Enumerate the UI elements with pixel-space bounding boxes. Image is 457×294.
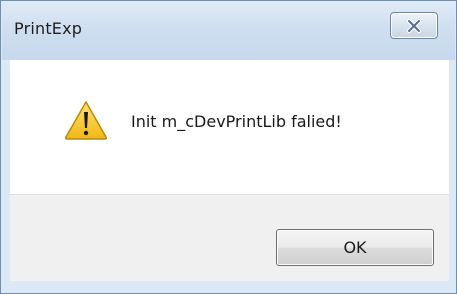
- error-message: Init m_cDevPrintLib falied!: [131, 112, 342, 131]
- ok-button[interactable]: OK: [276, 229, 434, 266]
- button-bar: OK: [10, 194, 449, 281]
- title-bar[interactable]: PrintExp: [2, 2, 455, 60]
- message-area: Init m_cDevPrintLib falied!: [10, 60, 449, 194]
- close-button[interactable]: [390, 12, 438, 39]
- window-title: PrintExp: [14, 19, 83, 38]
- dialog-window: PrintExp Init m_cDevPrintLib falied! OK: [0, 0, 457, 294]
- close-icon: [407, 18, 421, 33]
- warning-icon: [64, 101, 108, 140]
